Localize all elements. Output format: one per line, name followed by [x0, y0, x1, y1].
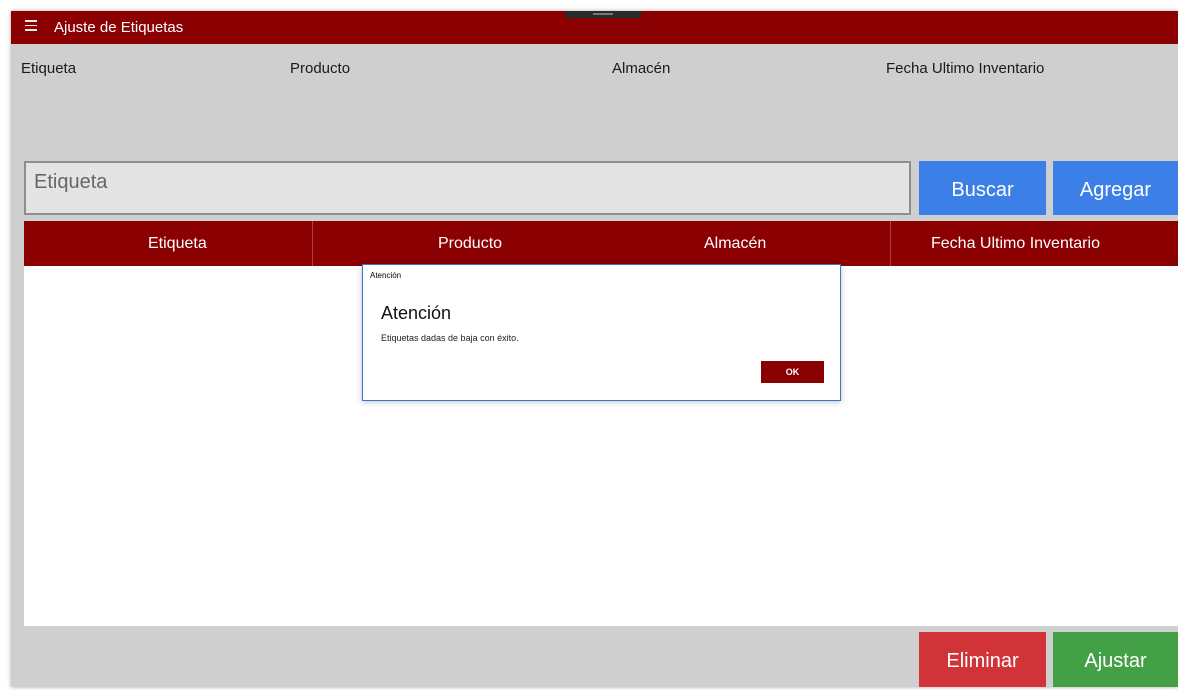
ok-button[interactable]: OK — [761, 361, 824, 383]
info-almacen-label: Almacén — [612, 60, 671, 77]
dialog-message: Etiquetas dadas de baja con éxito. — [381, 333, 519, 343]
info-producto-label: Producto — [290, 60, 351, 77]
drag-handle[interactable] — [565, 11, 641, 18]
table-header: Etiqueta Producto Almacén Fecha Ultimo I… — [24, 221, 1178, 266]
eliminar-button[interactable]: Eliminar — [919, 632, 1046, 687]
buscar-button[interactable]: Buscar — [919, 161, 1046, 215]
alert-dialog: Atención Atención Etiquetas dadas de baj… — [362, 264, 841, 401]
etiqueta-search-input[interactable] — [24, 161, 911, 215]
info-fecha-label: Fecha Ultimo Inventario — [886, 60, 1045, 77]
window-title: Ajuste de Etiquetas — [54, 19, 184, 36]
dialog-titlebar: Atención — [370, 271, 402, 280]
info-etiqueta-label: Etiqueta — [21, 60, 77, 77]
title-bar: Ajuste de Etiquetas — [11, 11, 1178, 44]
agregar-button[interactable]: Agregar — [1053, 161, 1178, 215]
column-header-fecha[interactable]: Fecha Ultimo Inventario — [931, 221, 1100, 266]
hamburger-menu-icon[interactable] — [25, 20, 37, 31]
column-header-etiqueta[interactable]: Etiqueta — [148, 221, 207, 266]
ajustar-button[interactable]: Ajustar — [1053, 632, 1178, 687]
column-header-producto[interactable]: Producto — [438, 221, 502, 266]
dialog-heading: Atención — [381, 303, 452, 323]
column-divider — [890, 221, 891, 266]
column-header-almacen[interactable]: Almacén — [704, 221, 766, 266]
column-divider — [312, 221, 313, 266]
